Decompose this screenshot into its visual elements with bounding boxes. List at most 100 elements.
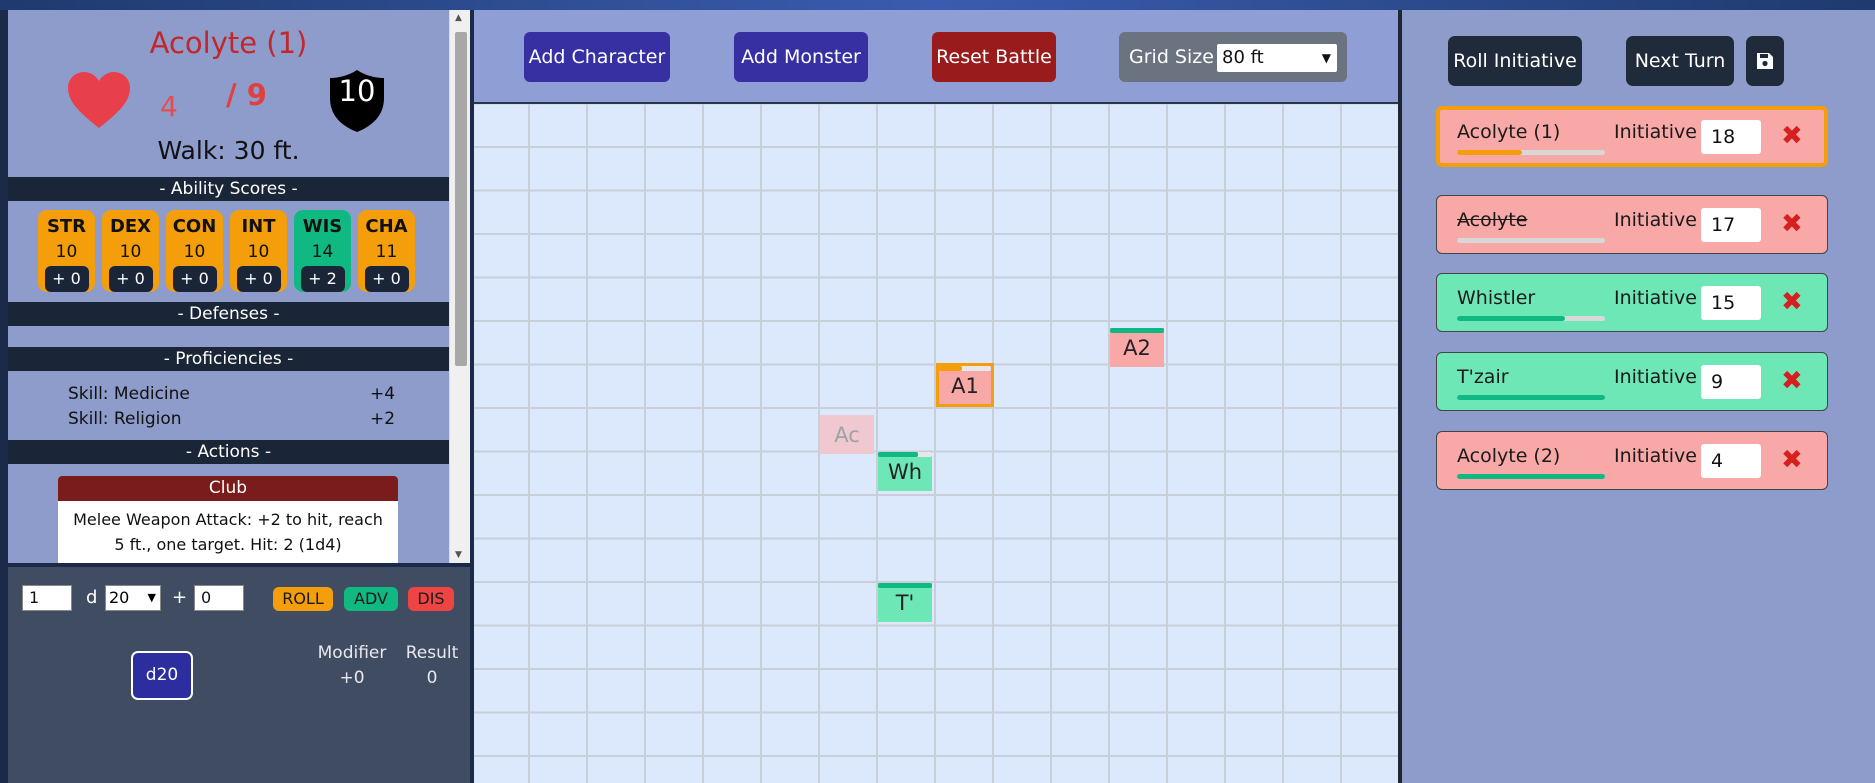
ability-cha[interactable]: CHA 11 + 0 bbox=[358, 210, 415, 292]
next-turn-button[interactable]: Next Turn bbox=[1626, 36, 1734, 86]
battle-grid[interactable]: A2 A1 Ac Wh T' bbox=[474, 102, 1398, 783]
initiative-row-whistler[interactable]: Whistler Initiative 15 ✖ bbox=[1436, 273, 1828, 332]
initiative-label: Initiative bbox=[1614, 287, 1697, 309]
ability-modifier: + 0 bbox=[364, 266, 409, 292]
proficiency-medicine-value: +4 bbox=[370, 384, 396, 404]
ability-score: 10 bbox=[247, 242, 270, 262]
heart-icon bbox=[68, 72, 130, 128]
token-ac-dead[interactable]: Ac bbox=[820, 415, 874, 454]
action-title: Club bbox=[58, 476, 398, 501]
dice-bonus-input[interactable]: 0 bbox=[194, 585, 244, 611]
dice-sides-value: 20 bbox=[109, 588, 130, 607]
initiative-row-acolyte-2[interactable]: Acolyte (2) Initiative 4 ✖ bbox=[1436, 431, 1828, 490]
initiative-label: Initiative bbox=[1614, 121, 1697, 143]
ability-str[interactable]: STR 10 + 0 bbox=[38, 210, 95, 292]
ability-int[interactable]: INT 10 + 0 bbox=[230, 210, 287, 292]
ability-name: CON bbox=[172, 216, 217, 237]
actions-header: - Actions - bbox=[8, 440, 449, 464]
character-sheet[interactable]: Acolyte (1) 4 / 9 10 Walk: 30 ft. - Abil… bbox=[8, 10, 470, 563]
roll-button[interactable]: ROLL bbox=[273, 587, 333, 611]
hp-current: 4 bbox=[160, 90, 178, 123]
proficiency-religion: Skill: Religion bbox=[68, 409, 182, 429]
ability-dex[interactable]: DEX 10 + 0 bbox=[102, 210, 159, 292]
token-a1-selected[interactable]: A1 bbox=[936, 363, 994, 407]
hp-fill bbox=[1457, 316, 1565, 321]
dice-count-input[interactable]: 1 bbox=[22, 585, 72, 611]
scroll-up-icon[interactable]: ▲ bbox=[455, 13, 462, 23]
scrollbar-thumb[interactable] bbox=[455, 32, 467, 366]
disadvantage-button[interactable]: DIS bbox=[408, 587, 454, 611]
ability-modifier: + 0 bbox=[172, 266, 217, 292]
grid-size-select[interactable]: 80 ft ▼ bbox=[1217, 44, 1337, 72]
hp-fill bbox=[1457, 474, 1605, 479]
result-value: 0 bbox=[426, 668, 438, 688]
initiative-input[interactable]: 4 bbox=[1701, 444, 1761, 478]
reset-battle-button[interactable]: Reset Battle bbox=[932, 32, 1056, 82]
remove-combatant-icon[interactable]: ✖ bbox=[1781, 288, 1803, 316]
initiative-label: Initiative bbox=[1614, 209, 1697, 231]
initiative-row-tzair[interactable]: T'zair Initiative 9 ✖ bbox=[1436, 352, 1828, 411]
initiative-input[interactable]: 15 bbox=[1701, 286, 1761, 320]
ability-modifier: + 2 bbox=[300, 266, 345, 292]
initiative-label: Initiative bbox=[1614, 445, 1697, 467]
ability-modifier: + 0 bbox=[236, 266, 281, 292]
ability-con[interactable]: CON 10 + 0 bbox=[166, 210, 223, 292]
armor-class-value: 10 bbox=[338, 74, 376, 108]
ability-name: INT bbox=[241, 216, 276, 237]
initiative-row-acolyte-1-active[interactable]: Acolyte (1) Initiative 18 ✖ bbox=[1436, 106, 1828, 167]
token-hp-bar bbox=[878, 583, 932, 588]
battle-toolbar: Add Character Add Monster Reset Battle G… bbox=[474, 10, 1398, 102]
add-monster-button[interactable]: Add Monster bbox=[734, 32, 868, 82]
token-hp-bar bbox=[878, 452, 918, 457]
ability-score: 10 bbox=[183, 242, 206, 262]
scroll-down-icon[interactable]: ▼ bbox=[455, 550, 462, 560]
initiative-input[interactable]: 17 bbox=[1701, 208, 1761, 242]
hp-track bbox=[1457, 316, 1605, 321]
dice-plus-label: + bbox=[172, 587, 188, 608]
ability-name: STR bbox=[46, 216, 87, 237]
save-button[interactable] bbox=[1746, 36, 1784, 86]
top-strip bbox=[0, 0, 1875, 10]
character-sheet-content: Acolyte (1) 4 / 9 10 Walk: 30 ft. - Abil… bbox=[8, 10, 449, 563]
roll-initiative-button[interactable]: Roll Initiative bbox=[1448, 36, 1582, 86]
grid-size-value: 80 ft bbox=[1222, 47, 1264, 68]
ability-name: DEX bbox=[109, 216, 152, 237]
remove-combatant-icon[interactable]: ✖ bbox=[1781, 446, 1803, 474]
ability-name: WIS bbox=[302, 216, 343, 237]
ability-modifier: + 0 bbox=[108, 266, 153, 292]
remove-combatant-icon[interactable]: ✖ bbox=[1781, 122, 1803, 150]
modifier-label: Modifier bbox=[317, 643, 387, 663]
action-card-club[interactable]: Club Melee Weapon Attack: +2 to hit, rea… bbox=[58, 476, 398, 563]
initiative-row-acolyte-dead[interactable]: Acolyte Initiative 17 ✖ bbox=[1436, 195, 1828, 254]
initiative-input[interactable]: 18 bbox=[1701, 120, 1761, 154]
token-hp-bar bbox=[939, 366, 962, 371]
token-tzair[interactable]: T' bbox=[878, 583, 932, 622]
combatant-name: Acolyte (1) bbox=[1457, 121, 1561, 143]
hp-max: / 9 bbox=[226, 78, 267, 112]
dice-sides-select[interactable]: 20 ▼ bbox=[105, 585, 161, 611]
add-character-button[interactable]: Add Character bbox=[524, 32, 670, 82]
initiative-panel: Roll Initiative Next Turn Acolyte (1) In… bbox=[1402, 10, 1875, 783]
character-name: Acolyte (1) bbox=[149, 26, 308, 60]
token-wh[interactable]: Wh bbox=[878, 452, 932, 491]
token-label: T' bbox=[895, 591, 915, 615]
token-a2[interactable]: A2 bbox=[1110, 328, 1164, 367]
left-scrollbar[interactable]: ▲ ▼ bbox=[449, 10, 470, 563]
ability-modifier: + 0 bbox=[44, 266, 89, 292]
walk-speed: Walk: 30 ft. bbox=[157, 136, 300, 165]
advantage-button[interactable]: ADV bbox=[344, 587, 398, 611]
proficiency-religion-value: +2 bbox=[370, 409, 396, 429]
combatant-name: Acolyte (2) bbox=[1457, 445, 1561, 467]
initiative-label: Initiative bbox=[1614, 366, 1697, 388]
proficiencies-header: - Proficiencies - bbox=[8, 347, 449, 371]
chevron-down-icon: ▼ bbox=[147, 591, 156, 604]
d20-button[interactable]: d20 bbox=[131, 651, 193, 700]
ability-score: 10 bbox=[55, 242, 78, 262]
remove-combatant-icon[interactable]: ✖ bbox=[1781, 210, 1803, 238]
defenses-header: - Defenses - bbox=[8, 302, 449, 326]
remove-combatant-icon[interactable]: ✖ bbox=[1781, 367, 1803, 395]
initiative-input[interactable]: 9 bbox=[1701, 365, 1761, 399]
hp-fill bbox=[1457, 150, 1522, 155]
hp-track bbox=[1457, 150, 1605, 155]
ability-wis[interactable]: WIS 14 + 2 bbox=[294, 210, 351, 292]
